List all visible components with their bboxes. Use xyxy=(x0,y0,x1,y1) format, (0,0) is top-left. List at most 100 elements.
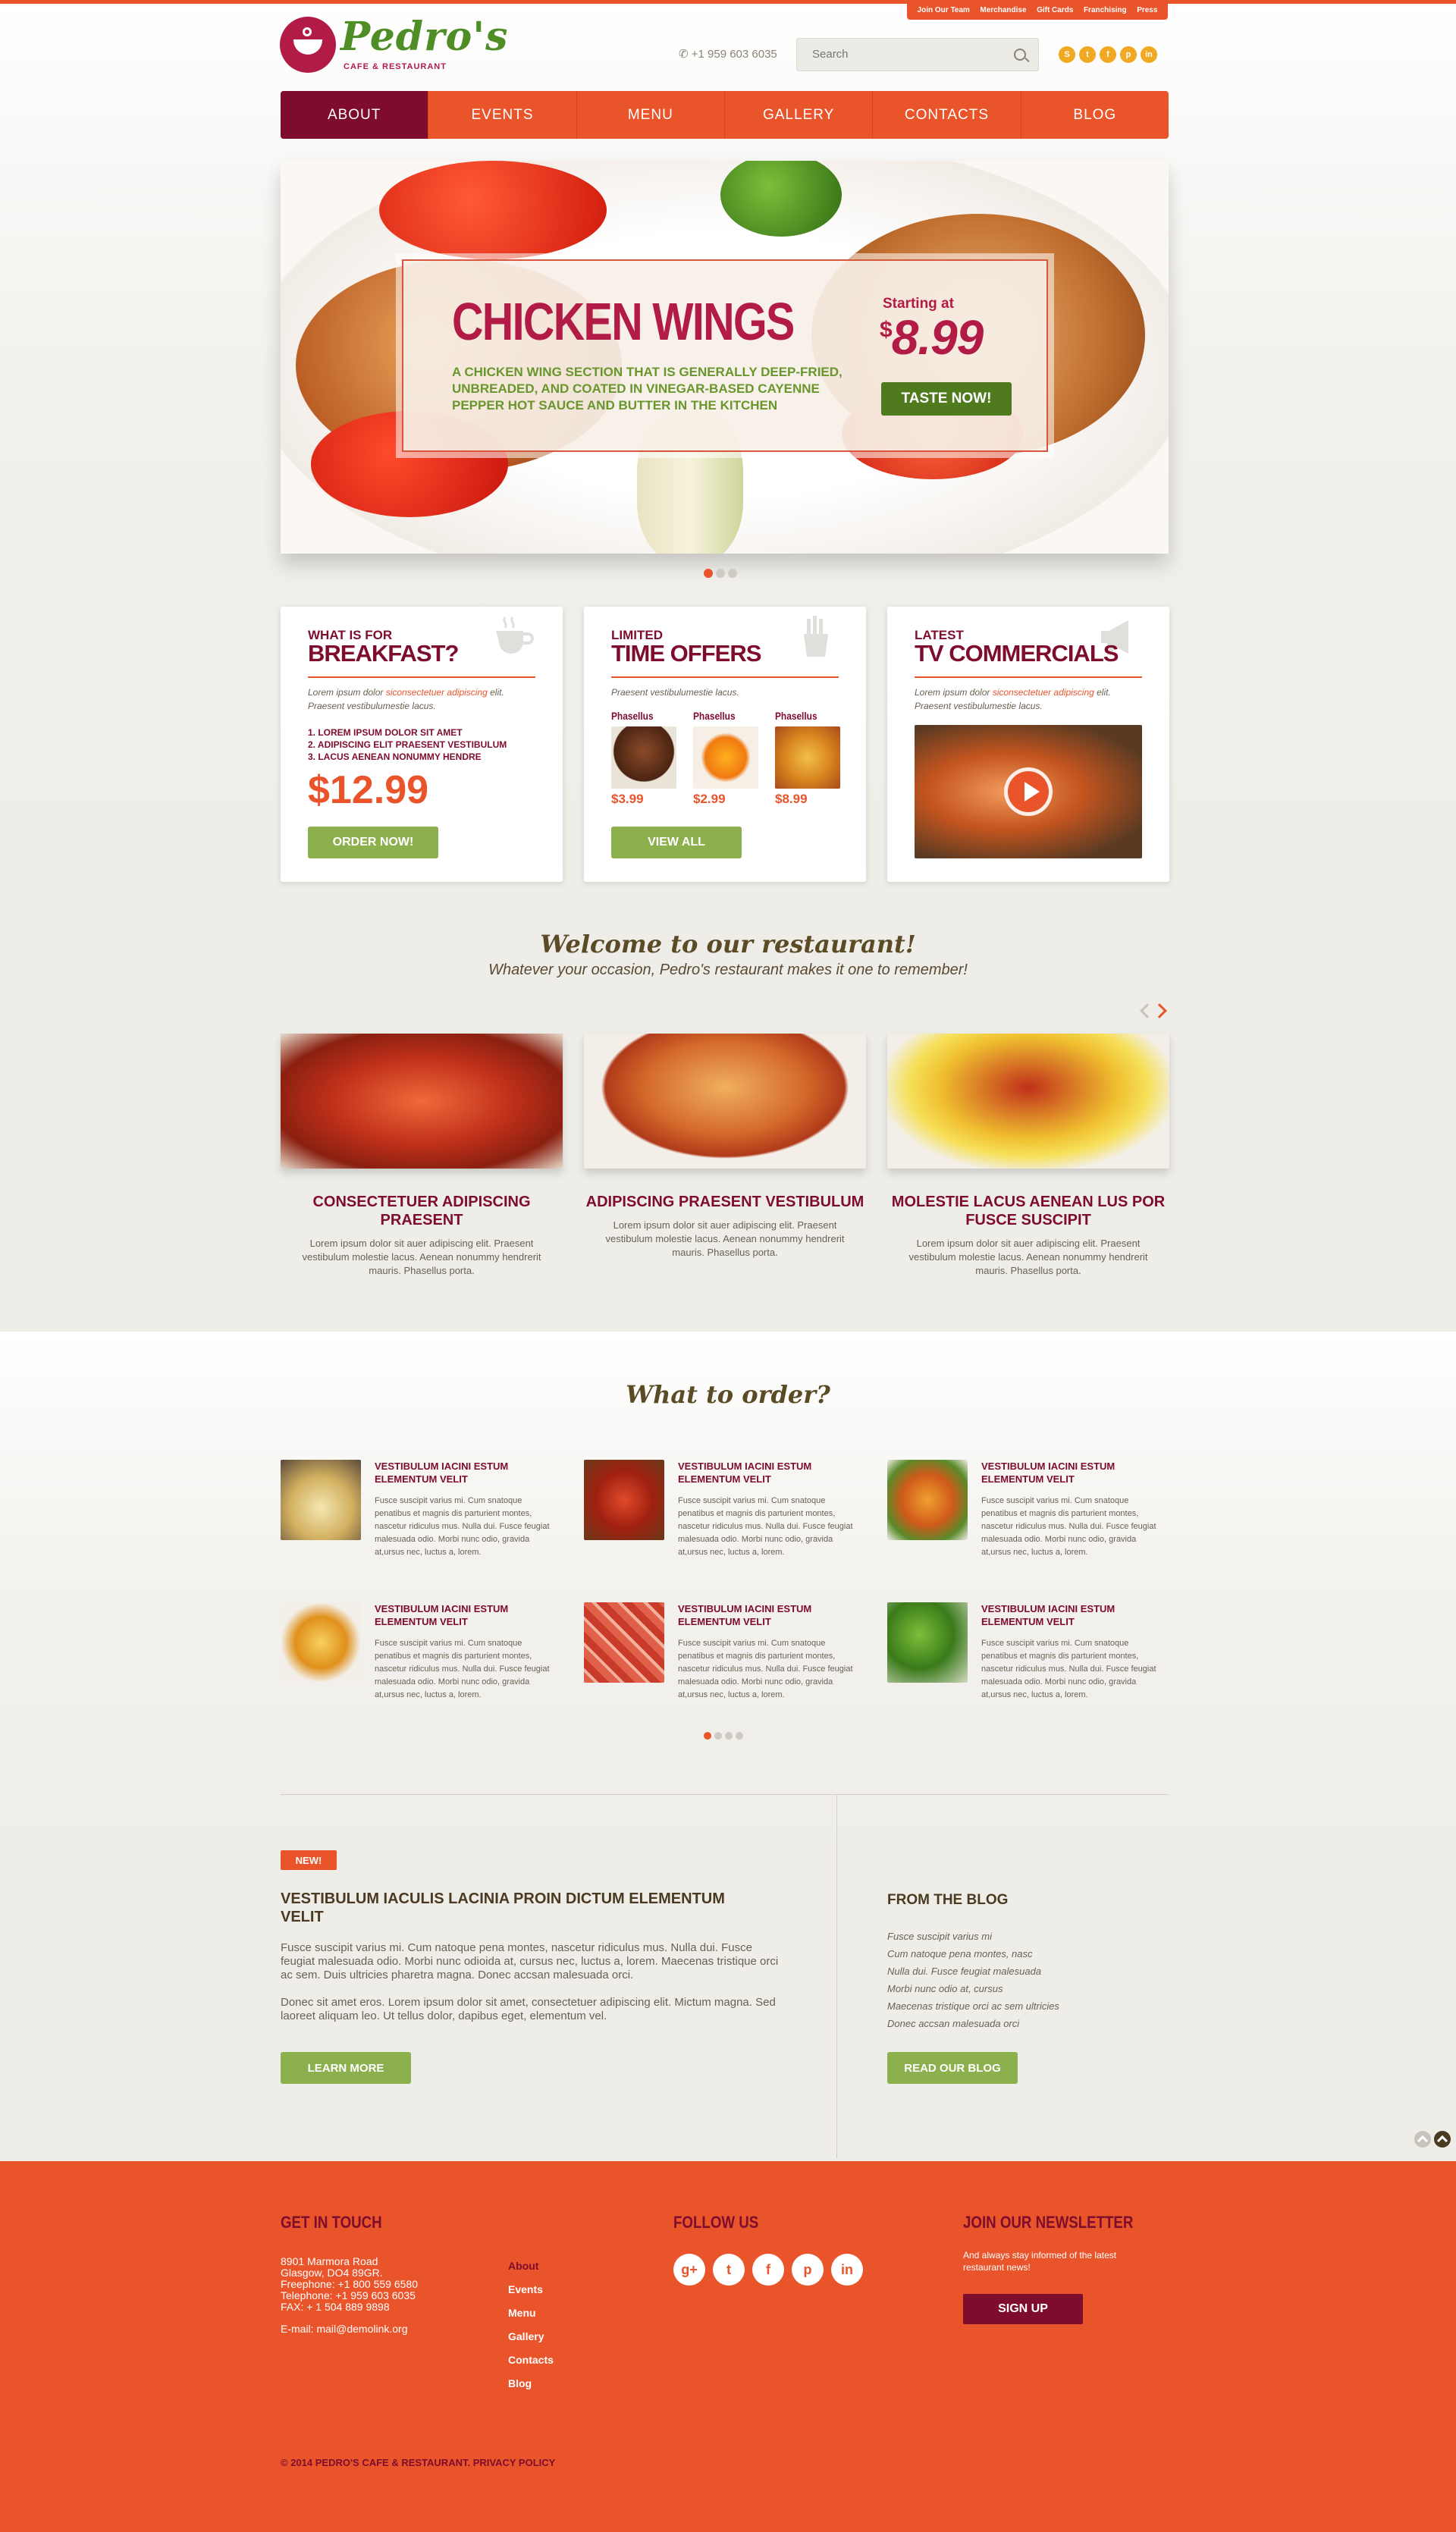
top-link-franchising[interactable]: Franchising xyxy=(1084,6,1127,14)
order-now-button[interactable]: ORDER NOW! xyxy=(308,827,438,858)
twitter-icon[interactable]: t xyxy=(1079,46,1096,63)
twitter-icon[interactable]: t xyxy=(713,2254,745,2286)
column-divider xyxy=(836,1794,837,2158)
footer-link-gallery[interactable]: Gallery xyxy=(508,2325,554,2348)
order-dot[interactable] xyxy=(725,1732,733,1740)
offer-name: Phasellus xyxy=(775,710,817,722)
order-item-image[interactable] xyxy=(584,1602,664,1683)
nav-menu[interactable]: MENU xyxy=(577,91,725,139)
order-item: VESTIBULUM IACINI ESTUM ELEMENTUM VELIT … xyxy=(584,1460,866,1573)
blog-title: FROM THE BLOG xyxy=(887,1892,1009,1908)
blog-link[interactable]: Morbi nunc odio at, cursus xyxy=(887,1980,1059,1997)
logo[interactable]: Pedro's CAFE & RESTAURANT xyxy=(280,14,507,73)
feature-title[interactable]: ADIPISCING PRAESENT VESTIBULUM xyxy=(584,1193,866,1211)
sign-up-button[interactable]: SIGN UP xyxy=(963,2294,1083,2324)
nav-gallery[interactable]: GALLERY xyxy=(725,91,874,139)
pasta-dish-image[interactable] xyxy=(887,1034,1169,1169)
blog-link[interactable]: Maecenas tristique orci ac sem ultricies xyxy=(887,1997,1059,2015)
commercial-video[interactable] xyxy=(915,725,1142,858)
facebook-icon[interactable]: f xyxy=(1100,46,1116,63)
order-item-image[interactable] xyxy=(584,1460,664,1540)
footer-link-events[interactable]: Events xyxy=(508,2278,554,2301)
nav-about[interactable]: ABOUT xyxy=(281,91,429,139)
facebook-icon[interactable]: f xyxy=(752,2254,784,2286)
order-item-title[interactable]: VESTIBULUM IACINI ESTUM ELEMENTUM VELIT xyxy=(678,1460,860,1486)
taste-now-button[interactable]: TASTE NOW! xyxy=(881,382,1012,416)
news-title: VESTIBULUM IACULIS LACINIA PROIN DICTUM … xyxy=(281,1890,725,1925)
footer-link-blog[interactable]: Blog xyxy=(508,2372,554,2396)
order-item-image[interactable] xyxy=(281,1460,361,1540)
top-link-join[interactable]: Join Our Team xyxy=(918,6,970,14)
slide-description: A chicken wing section that is generally… xyxy=(452,365,843,413)
nav-contacts[interactable]: CONTACTS xyxy=(873,91,1021,139)
card-heading: BREAKFAST? xyxy=(308,640,459,667)
card-text-link[interactable]: siconsectetuer adipiscing xyxy=(386,687,488,698)
slide-currency: $ xyxy=(880,317,893,343)
google-plus-icon[interactable]: g+ xyxy=(673,2254,705,2286)
order-item-image[interactable] xyxy=(281,1602,361,1683)
address-line: Freephone: +1 800 559 6580 xyxy=(281,2278,418,2290)
order-item-title[interactable]: VESTIBULUM IACINI ESTUM ELEMENTUM VELIT xyxy=(678,1602,860,1628)
footer-contact-title: GET IN TOUCH xyxy=(281,2213,382,2232)
order-dot[interactable] xyxy=(704,1732,711,1740)
linkedin-icon[interactable]: in xyxy=(1141,46,1157,63)
order-item-title[interactable]: VESTIBULUM IACINI ESTUM ELEMENTUM VELIT xyxy=(375,1460,557,1486)
search-icon[interactable] xyxy=(1014,49,1026,61)
order-item-text: Fusce suscipit varius mi. Cum snatoque p… xyxy=(981,1496,1156,1557)
back-to-top-icon[interactable] xyxy=(1434,2131,1451,2148)
blog-link[interactable]: Nulla dui. Fusce feugiat malesuada xyxy=(887,1963,1059,1980)
top-link-merchandise[interactable]: Merchandise xyxy=(980,6,1026,14)
play-icon[interactable] xyxy=(1004,767,1053,816)
skype-icon[interactable]: S xyxy=(1059,46,1075,63)
order-item-image[interactable] xyxy=(887,1460,968,1540)
chevron-right-icon[interactable] xyxy=(1152,1003,1167,1018)
order-item-title[interactable]: VESTIBULUM IACINI ESTUM ELEMENTUM VELIT xyxy=(375,1602,557,1628)
feature-title[interactable]: MOLESTIE LACUS AENEAN LUS POR FUSCE SUSC… xyxy=(887,1193,1169,1229)
offer-item[interactable]: Phasellus $8.99 xyxy=(775,710,843,807)
card-text-link[interactable]: siconsectetuer adipiscing xyxy=(993,687,1094,698)
breakfast-card: WHAT IS FOR BREAKFAST? Lorem ipsum dolor… xyxy=(281,607,563,882)
blog-link[interactable]: Cum natoque pena montes, nasc xyxy=(887,1945,1059,1963)
order-dot[interactable] xyxy=(736,1732,743,1740)
card-heading: TIME OFFERS xyxy=(611,640,761,667)
header-phone: ✆ +1 959 603 6035 xyxy=(679,47,777,61)
order-dot[interactable] xyxy=(714,1732,722,1740)
soup-image[interactable] xyxy=(584,1034,866,1169)
scroll-controls xyxy=(1414,2131,1452,2149)
pinterest-icon[interactable]: p xyxy=(792,2254,824,2286)
feature-title[interactable]: CONSECTETUER ADIPISCING PRAESENT xyxy=(281,1193,563,1229)
offer-item[interactable]: Phasellus $2.99 xyxy=(693,710,761,807)
nav-blog[interactable]: BLOG xyxy=(1021,91,1169,139)
footer-email[interactable]: E-mail: mail@demolink.org xyxy=(281,2323,418,2335)
search-input[interactable] xyxy=(797,39,1002,70)
hero-slider[interactable]: CHICKEN WINGS A chicken wing section tha… xyxy=(281,161,1169,554)
footer-link-about[interactable]: About xyxy=(508,2254,554,2278)
footer-link-contacts[interactable]: Contacts xyxy=(508,2348,554,2372)
privacy-policy-link[interactable]: PRIVACY POLICY xyxy=(473,2457,556,2468)
order-item-title[interactable]: VESTIBULUM IACINI ESTUM ELEMENTUM VELIT xyxy=(981,1602,1163,1628)
blog-link[interactable]: Fusce suscipit varius mi xyxy=(887,1928,1059,1945)
fries-icon xyxy=(804,616,828,657)
order-item-image[interactable] xyxy=(887,1602,968,1683)
linkedin-icon[interactable]: in xyxy=(831,2254,863,2286)
view-all-button[interactable]: VIEW ALL xyxy=(611,827,742,858)
order-item-title[interactable]: VESTIBULUM IACINI ESTUM ELEMENTUM VELIT xyxy=(981,1460,1163,1486)
footer-link-menu[interactable]: Menu xyxy=(508,2301,554,2325)
read-blog-button[interactable]: READ OUR BLOG xyxy=(887,2052,1018,2084)
slider-dot[interactable] xyxy=(704,569,713,578)
lasagna-image[interactable] xyxy=(281,1034,563,1169)
top-link-gift-cards[interactable]: Gift Cards xyxy=(1037,6,1073,14)
copyright: © 2014 PEDRO'S CAFE & RESTAURANT. PRIVAC… xyxy=(281,2457,555,2468)
top-link-press[interactable]: Press xyxy=(1137,6,1157,14)
offer-item[interactable]: Phasellus $3.99 xyxy=(611,710,679,807)
blog-link[interactable]: Donec accsan malesuada orci xyxy=(887,2015,1059,2032)
news-paragraph: Donec sit amet eros. Lorem ipsum dolor s… xyxy=(281,1996,776,2022)
card-text-prefix: Lorem ipsum dolor xyxy=(308,687,386,698)
slider-dot[interactable] xyxy=(728,569,737,578)
carousel-arrows xyxy=(1140,1002,1171,1022)
nav-events[interactable]: EVENTS xyxy=(428,91,577,139)
learn-more-button[interactable]: LEARN MORE xyxy=(281,2052,411,2084)
scroll-up-icon[interactable] xyxy=(1414,2131,1431,2148)
pinterest-icon[interactable]: p xyxy=(1120,46,1137,63)
slider-dot[interactable] xyxy=(716,569,725,578)
